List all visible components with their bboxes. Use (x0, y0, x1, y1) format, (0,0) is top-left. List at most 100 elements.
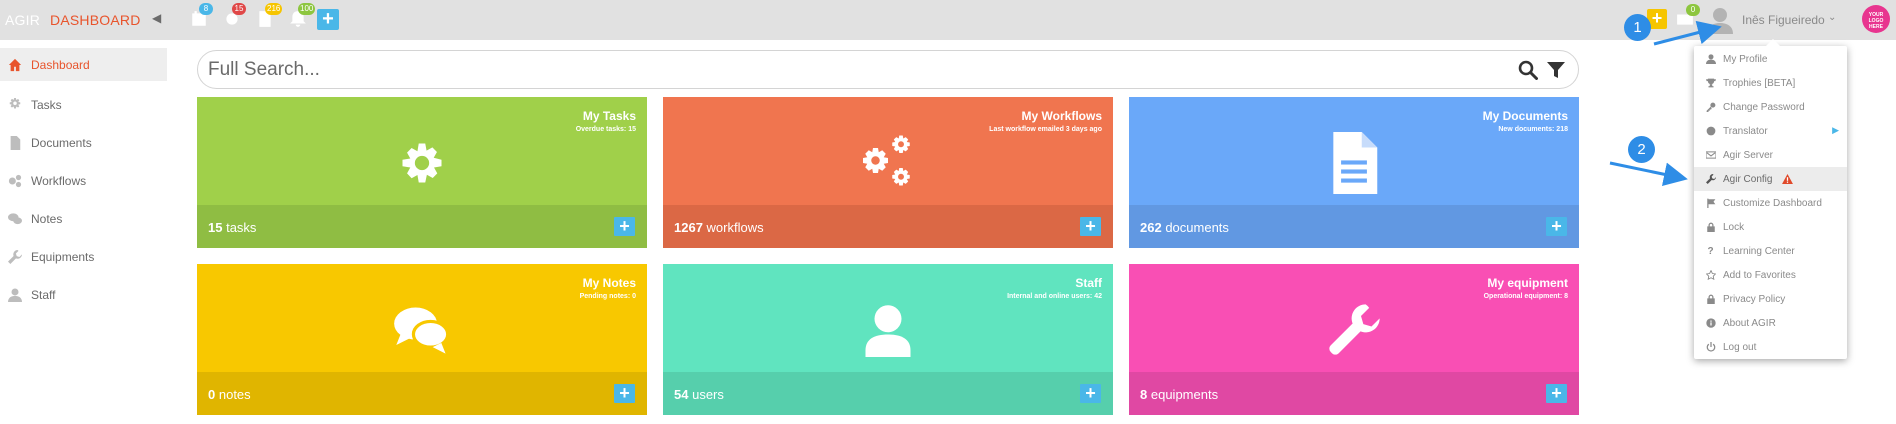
menu-item-label: Add to Favorites (1723, 269, 1796, 281)
menu-item-label: Trophies [BETA] (1723, 77, 1796, 89)
menu-item-agir-config[interactable]: Agir Config (1694, 167, 1847, 191)
menu-item-privacy-policy[interactable]: Privacy Policy (1694, 287, 1847, 311)
filter-icon[interactable] (1546, 60, 1566, 80)
lock-icon (1705, 222, 1716, 233)
search-icon[interactable] (1518, 60, 1538, 80)
user-name[interactable]: Inês Figueiredo (1742, 13, 1825, 27)
sidebar-item-dashboard[interactable]: Dashboard (0, 48, 167, 81)
tile-footer: 15 tasks + (197, 205, 647, 248)
tile-add-button[interactable]: + (1080, 217, 1101, 236)
messages-icon[interactable]: 0 (1676, 4, 1700, 30)
sidebar-item-staff[interactable]: Staff (0, 276, 167, 314)
search-input[interactable] (208, 59, 1508, 81)
tile-my-documents[interactable]: My Documents New documents: 218 262 docu… (1129, 97, 1579, 248)
brand[interactable]: AGIR DASHBOARD (5, 12, 141, 28)
calendar-icon[interactable]: 8 (190, 3, 213, 30)
gear-badge: 15 (232, 3, 246, 15)
tile-count: 8 equipments (1140, 387, 1219, 402)
menu-item-add-to-favorites[interactable]: Add to Favorites (1694, 263, 1847, 287)
question-icon: ? (1707, 245, 1714, 257)
document-icon (1324, 132, 1384, 194)
wrench-icon (1705, 174, 1716, 185)
add-button[interactable]: + (317, 9, 339, 30)
star-icon (1705, 270, 1716, 281)
gears-icon (8, 174, 22, 188)
tile-count: 262 documents (1140, 220, 1229, 235)
menu-item-label: Change Password (1723, 101, 1805, 113)
menu-item-label: Translator (1723, 125, 1768, 137)
tile-subtitle: New documents: 218 (1498, 126, 1568, 133)
tile-my-workflows[interactable]: My Workflows Last workflow emailed 3 day… (663, 97, 1113, 248)
wrench-icon (8, 250, 22, 264)
tile-count: 0 notes (208, 387, 251, 402)
sidebar-item-label: Documents (31, 136, 92, 150)
user-icon (1705, 54, 1716, 65)
globe-icon (1705, 126, 1716, 137)
menu-item-label: Agir Server (1723, 149, 1774, 161)
wrench-icon (1324, 300, 1384, 360)
menu-item-my-profile[interactable]: My Profile (1694, 47, 1847, 71)
caret-left-icon[interactable]: ◀ (152, 11, 161, 25)
sidebar-item-notes[interactable]: Notes (0, 200, 167, 238)
search-bar (197, 50, 1579, 89)
document-icon[interactable]: 216 (256, 3, 283, 30)
tile-subtitle: Last workflow emailed 3 days ago (989, 126, 1102, 133)
chat-icon (392, 300, 452, 360)
messages-badge: 0 (1686, 4, 1700, 16)
warning-icon (1782, 174, 1794, 184)
tile-footer: 54 users + (663, 372, 1113, 415)
tile-title: My Documents (1482, 109, 1568, 123)
tile-add-button[interactable]: + (614, 217, 635, 236)
flag-icon (1705, 198, 1716, 209)
sidebar-item-documents[interactable]: Documents (0, 124, 167, 162)
user-icon (858, 300, 918, 360)
tile-my-equipment[interactable]: My equipment Operational equipment: 8 8 … (1129, 264, 1579, 415)
menu-item-log-out[interactable]: Log out (1694, 335, 1847, 359)
user-avatar[interactable] (1706, 6, 1734, 34)
sidebar-item-equipments[interactable]: Equipments (0, 238, 167, 276)
sidebar-item-tasks[interactable]: Tasks (0, 86, 167, 124)
user-icon (8, 288, 22, 302)
company-logo: YOUR LOGO HERE (1862, 5, 1890, 33)
brand-right: DASHBOARD (50, 12, 141, 28)
menu-item-agir-server[interactable]: Agir Server (1694, 143, 1847, 167)
user-menu: My Profile Trophies [BETA] Change Passwo… (1694, 39, 1847, 359)
lock-icon (1705, 294, 1716, 305)
top-bar: AGIR DASHBOARD ◀ 8 15 216 100 + + 0 Inês … (0, 0, 1896, 40)
sidebar-item-label: Notes (31, 212, 63, 226)
bell-icon[interactable]: 100 (289, 3, 316, 30)
tile-staff[interactable]: Staff Internal and online users: 42 54 u… (663, 264, 1113, 415)
menu-item-trophies[interactable]: Trophies [BETA] (1694, 71, 1847, 95)
tile-my-notes[interactable]: My Notes Pending notes: 0 0 notes + (197, 264, 647, 415)
tile-my-tasks[interactable]: My Tasks Overdue tasks: 15 15 tasks + (197, 97, 647, 248)
key-icon (1705, 102, 1716, 113)
menu-item-learning-center[interactable]: ? Learning Center (1694, 239, 1847, 263)
menu-item-change-password[interactable]: Change Password (1694, 95, 1847, 119)
trophy-icon (1705, 78, 1716, 89)
sidebar-item-label: Staff (31, 288, 56, 302)
menu-item-lock[interactable]: Lock (1694, 215, 1847, 239)
menu-item-about-agir[interactable]: About AGIR (1694, 311, 1847, 335)
chevron-down-icon[interactable]: ⌄ (1828, 12, 1836, 23)
sidebar-item-workflows[interactable]: Workflows (0, 162, 167, 200)
tile-footer: 8 equipments + (1129, 372, 1579, 415)
tile-footer: 262 documents + (1129, 205, 1579, 248)
tile-add-button[interactable]: + (1546, 217, 1567, 236)
tile-footer: 0 notes + (197, 372, 647, 415)
tile-add-button[interactable]: + (1546, 384, 1567, 403)
menu-item-label: My Profile (1723, 53, 1768, 65)
tile-count: 15 tasks (208, 220, 257, 235)
menu-item-customize-dashboard[interactable]: Customize Dashboard (1694, 191, 1847, 215)
gear-icon[interactable]: 15 (223, 3, 246, 30)
sidebar-item-label: Tasks (31, 98, 62, 112)
document-icon (8, 136, 22, 150)
tile-add-button[interactable]: + (614, 384, 635, 403)
bell-badge: 100 (298, 3, 316, 15)
menu-item-label: Agir Config (1723, 173, 1773, 185)
menu-item-label: About AGIR (1723, 317, 1776, 329)
tile-title: My Tasks (582, 109, 636, 123)
menu-item-translator[interactable]: Translator ▶ (1694, 119, 1847, 143)
menu-item-label: Learning Center (1723, 245, 1795, 257)
menu-item-label: Customize Dashboard (1723, 197, 1822, 209)
tile-add-button[interactable]: + (1080, 384, 1101, 403)
